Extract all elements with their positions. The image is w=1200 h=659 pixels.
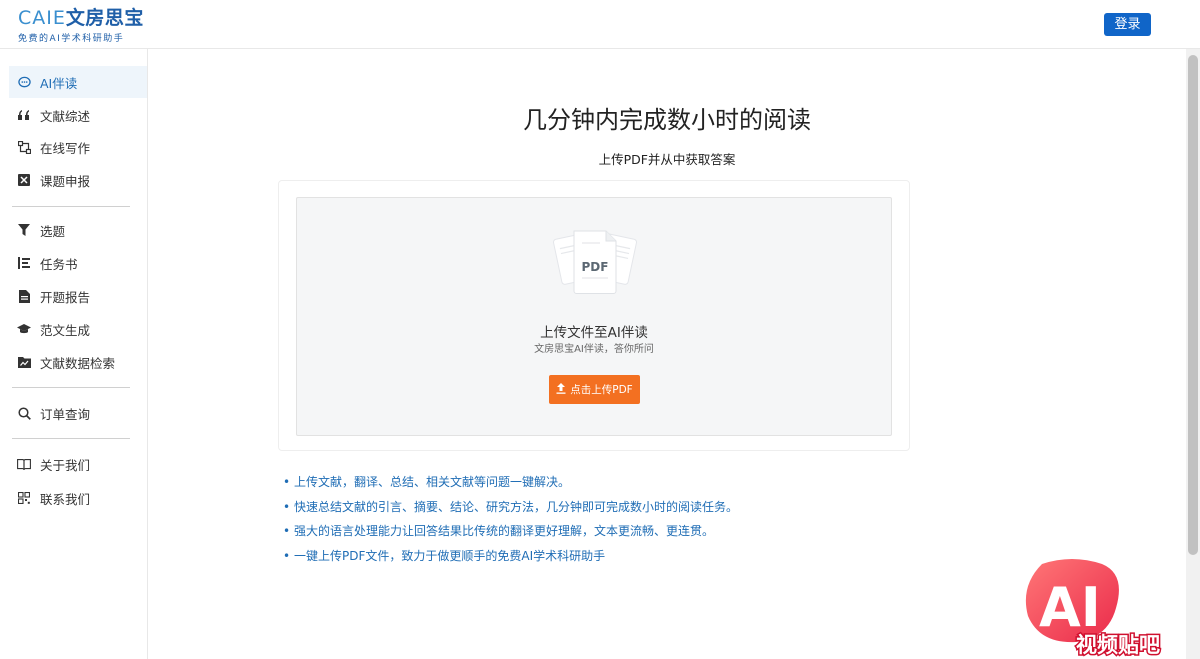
sidebar-item-label: 订单查询 <box>40 406 91 422</box>
page-subtitle: 上传PDF并从中获取答案 <box>598 152 736 167</box>
sidebar-item-about-us[interactable]: 关于我们 <box>9 448 147 480</box>
sidebar-item-order-query[interactable]: 订单查询 <box>9 397 147 429</box>
book-icon <box>17 457 31 471</box>
document-icon <box>17 289 31 303</box>
sidebar-item-label: 任务书 <box>40 256 78 272</box>
sidebar-item-task-book[interactable]: 任务书 <box>9 247 147 279</box>
nodes-icon <box>17 140 31 154</box>
qr-code-icon <box>17 491 31 505</box>
chat-bubble-icon <box>17 75 31 89</box>
sidebar-item-proposal-report[interactable]: 开题报告 <box>9 280 147 312</box>
sidebar-item-label: 在线写作 <box>40 140 91 156</box>
svg-text:视频贴吧: 视频贴吧 <box>1076 633 1160 657</box>
feature-list: • 上传文献，翻译、总结、相关文献等问题一键解决。 • 快速总结文献的引言、摘要、结… <box>283 474 738 572</box>
sidebar-item-label: 范文生成 <box>40 322 91 338</box>
sidebar-item-online-writing[interactable]: 在线写作 <box>9 131 147 163</box>
sidebar-item-ai-reading[interactable]: AI伴读 <box>9 66 147 98</box>
feature-item: • 快速总结文献的引言、摘要、结论、研究方法，几分钟即可完成数小时的阅读任务。 <box>283 499 739 514</box>
sidebar-item-label: 文献综述 <box>40 108 91 124</box>
x-box-icon <box>17 173 31 187</box>
logo-tagline: 免费的AI学术科研助手 <box>18 34 125 44</box>
feature-item: • 一键上传PDF文件，致力于做更顺手的免费AI学术科研助手 <box>283 548 606 563</box>
quote-icon <box>17 108 31 122</box>
filter-icon <box>17 223 31 237</box>
logo-text-cn: 文房思宝 <box>65 7 144 29</box>
sidebar-item-contact-us[interactable]: 联系我们 <box>9 482 147 514</box>
sidebar-item-topic-selection[interactable]: 选题 <box>9 214 147 246</box>
upload-description: 文房思宝AI伴读，答你所问 <box>534 344 654 355</box>
logo[interactable]: CAIE文房思宝 免费的AI学术科研助手 <box>18 7 144 44</box>
search-icon <box>17 406 31 420</box>
sidebar-item-project-application[interactable]: 课题申报 <box>9 164 147 196</box>
top-header: CAIE文房思宝 免费的AI学术科研助手 登录 <box>0 0 1200 49</box>
list-icon <box>17 256 31 270</box>
sidebar-divider <box>12 438 130 439</box>
sidebar-item-literature-search[interactable]: 文献数据检索 <box>9 346 147 378</box>
sidebar-item-label: 联系我们 <box>40 491 91 507</box>
feature-item: • 上传文献，翻译、总结、相关文献等问题一键解决。 <box>283 475 571 489</box>
sidebar-item-label: 开题报告 <box>40 289 91 305</box>
sidebar-divider <box>12 387 130 388</box>
sidebar-item-label: 关于我们 <box>40 457 91 473</box>
graduation-cap-icon <box>17 322 31 336</box>
page-scrollbar[interactable] <box>1186 49 1200 659</box>
logo-text-en: CAIE <box>18 7 66 29</box>
login-button[interactable]: 登录 <box>1104 13 1151 36</box>
sidebar-divider <box>12 206 130 207</box>
scrollbar-thumb[interactable] <box>1188 55 1198 555</box>
sidebar-item-label: 选题 <box>40 223 66 239</box>
sidebar-item-literature-review[interactable]: 文献综述 <box>9 99 147 131</box>
upload-arrow-icon <box>556 382 566 397</box>
sidebar-item-label: AI伴读 <box>40 75 78 91</box>
svg-text:AI: AI <box>1039 576 1101 639</box>
feature-item: • 强大的语言处理能力让回答结果比传统的翻译更好理解，文本更流畅、更连贯。 <box>283 524 715 538</box>
sidebar-item-label: 课题申报 <box>40 173 91 189</box>
sidebar: AI伴读 文献综述 在线写作 课题申报 选题 任务书 开题报告 范文生成 文献数… <box>0 49 148 659</box>
sidebar-item-label: 文献数据检索 <box>40 355 116 371</box>
page-title: 几分钟内完成数小时的阅读 <box>523 106 811 134</box>
watermark-logo: AI 视频贴吧 <box>1025 559 1162 659</box>
pdf-badge-label: PDF <box>581 260 609 274</box>
upload-pdf-button[interactable]: 点击上传PDF <box>549 375 640 404</box>
upload-title: 上传文件至AI伴读 <box>540 325 648 341</box>
sidebar-item-sample-generation[interactable]: 范文生成 <box>9 313 147 345</box>
upload-button-label: 点击上传PDF <box>570 384 633 396</box>
upload-panel: PDF 上传文件至AI伴读 文房思宝AI伴读，答你所问 点击上传PDF <box>278 180 910 451</box>
folder-chart-icon <box>17 355 31 369</box>
upload-dropzone[interactable]: PDF 上传文件至AI伴读 文房思宝AI伴读，答你所问 点击上传PDF <box>296 197 892 436</box>
